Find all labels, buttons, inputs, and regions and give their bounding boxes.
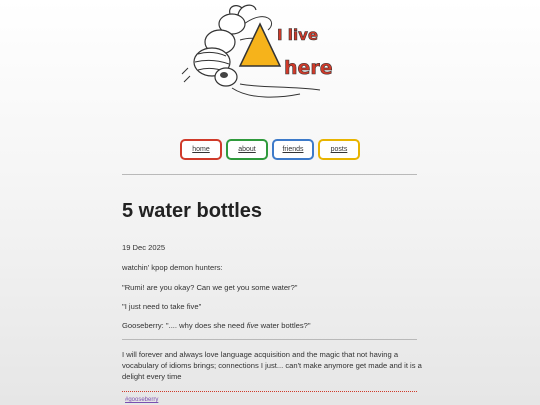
post-line-4-end: water bottles?" [258, 321, 311, 330]
post-line-1: watchin' kpop demon hunters: [122, 263, 223, 272]
bee-logo-icon: I live here [181, 4, 333, 98]
site-logo[interactable]: I live here [180, 0, 342, 112]
post-footer-divider [122, 391, 417, 392]
logo-text-line2: here [284, 57, 333, 79]
post-line-4-start: Gooseberry: ".... why does she need [122, 321, 247, 330]
nav-link-home[interactable]: home [180, 139, 222, 160]
post-line-4-emphasis: five [246, 321, 259, 330]
main-nav: home about friends posts [0, 139, 540, 160]
post-paragraph: I will forever and always love language … [122, 350, 422, 381]
header-divider [122, 174, 417, 175]
post-date: 19 Dec 2025 [122, 243, 166, 252]
post-divider [122, 339, 417, 340]
post-line-2: "Rumi! are you okay? Can we get you some… [122, 283, 298, 292]
post-line-4: Gooseberry: ".... why does she need five… [122, 320, 422, 331]
nav-link-posts[interactable]: posts [318, 139, 360, 160]
post-title: 5 water bottles [122, 200, 263, 222]
post-tag[interactable]: #gooseberry [125, 397, 158, 403]
post-line-3: "I just need to take five" [122, 302, 202, 311]
nav-link-about[interactable]: about [226, 139, 268, 160]
logo-text-line1: I live [277, 26, 318, 44]
nav-link-friends[interactable]: friends [272, 139, 314, 160]
